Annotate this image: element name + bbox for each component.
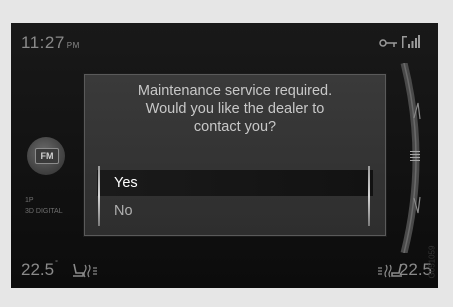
radio-band-icon[interactable]: FM	[27, 137, 65, 175]
status-icons	[379, 35, 420, 49]
dialog-options: Yes No	[97, 166, 373, 226]
climate-bar: 22.5° 22.5	[11, 252, 438, 288]
display-screen: 11:27 PM FM 1P 3D DIGITAL Maintenance se…	[11, 23, 438, 288]
clock: 11:27 PM	[21, 33, 80, 53]
image-reference-code: G051059	[427, 238, 437, 286]
radio-station: 3D DIGITAL	[25, 208, 63, 215]
option-no[interactable]: No	[97, 198, 373, 224]
key-icon	[379, 39, 399, 49]
signal-icon	[402, 35, 420, 49]
scroll-position-icon	[410, 151, 420, 161]
temperature-left-degree: °	[55, 260, 58, 267]
maintenance-dialog: Maintenance service required. Would you …	[84, 74, 386, 236]
dialog-message-line-3: contact you?	[193, 119, 277, 135]
dialog-message-line-1: Maintenance service required.	[137, 83, 333, 99]
radio-source-panel[interactable]: FM 1P 3D DIGITAL	[11, 123, 83, 243]
clock-time: 11:27	[21, 33, 65, 52]
radio-band-label: FM	[35, 148, 59, 164]
temperature-left-value: 22.5	[21, 260, 55, 279]
image-reference-code-text: G051059	[427, 245, 437, 279]
option-yes[interactable]: Yes	[97, 166, 373, 226]
temperature-left[interactable]: 22.5°	[21, 260, 58, 280]
dialog-message-line-2: Would you like the dealer to	[145, 101, 325, 117]
dialog-message: Maintenance service required. Would you …	[85, 82, 385, 136]
seat-heating-left-icon[interactable]	[71, 262, 97, 278]
radio-preset: 1P	[25, 197, 34, 204]
clock-ampm: PM	[66, 41, 80, 50]
